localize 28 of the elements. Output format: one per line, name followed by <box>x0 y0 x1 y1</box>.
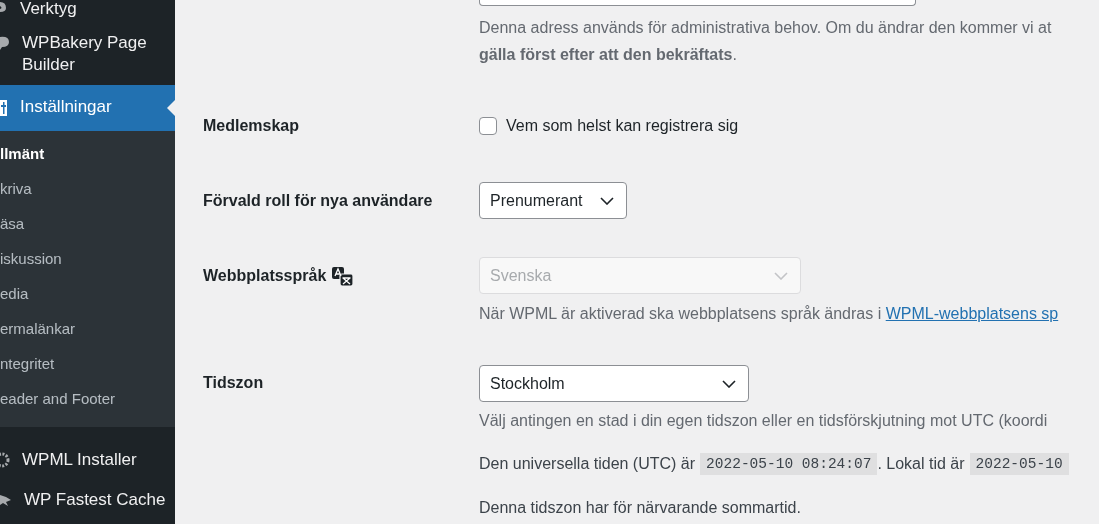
field-label: Medlemskap <box>203 117 301 135</box>
help-text: Välj antingen en stad i din egen tidszon eller en tidsförskjutning mot UTC (koordi <box>479 412 1048 429</box>
role-dropdown[interactable]: Prenumerant <box>479 182 627 219</box>
time-label: Den universella tiden (UTC) är <box>479 455 696 473</box>
sidebar-item[interactable]: WP Fastest Cache <box>0 481 175 521</box>
time-label: . Lokal tid är <box>877 455 965 473</box>
sidebar-item[interactable]: WPML Installer <box>0 441 175 481</box>
submenu-item[interactable]: äsa <box>0 207 175 242</box>
submenu-item[interactable]: ermalänkar <box>0 312 175 347</box>
field-label: Förvald roll för nya användare <box>203 191 434 210</box>
submenu-item[interactable]: iskussion <box>0 242 175 277</box>
submenu-item[interactable]: kriva <box>0 172 175 207</box>
sidebar-item[interactable]: Verktyg <box>0 0 175 28</box>
checkbox-label: Vem som helst kan registrera sig <box>506 117 739 135</box>
field-label: Webbplatsspråk <box>203 267 327 285</box>
local-time: 2022-05-10 <box>969 453 1069 475</box>
dst-note: Denna tidszon har för närvarande sommartid. <box>479 499 801 516</box>
email-description: Denna adress används för administrativa behov. Om du ändrar den kommer vi at gälla först efter att den bekräftats. <box>479 18 1052 65</box>
sidebar-item[interactable]: Inställningar <box>0 85 175 131</box>
submenu-item[interactable]: edia <box>0 277 175 312</box>
submenu-item[interactable]: ntegritet <box>0 347 175 382</box>
submenu-item[interactable]: llmänt <box>0 137 175 172</box>
help-text: När WPML är aktiverad ska webbplatsens språk ändras i <box>479 305 882 322</box>
sidebar-item[interactable]: WPBakery Page Builder <box>0 28 175 85</box>
timezone-dropdown[interactable]: Stockholm <box>479 365 749 402</box>
submenu-item[interactable]: eader and Footer <box>0 382 175 417</box>
utc-time: 2022-05-10 08:24:07 <box>700 453 878 475</box>
field-label: Tidszon <box>203 374 265 392</box>
